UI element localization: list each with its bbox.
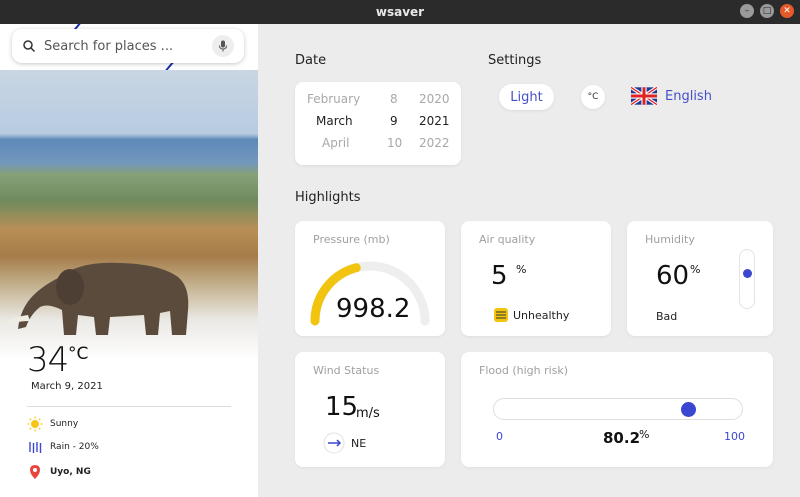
card-title: Wind Status [313, 364, 380, 377]
wind-direction: NE [323, 432, 366, 454]
haze-icon [494, 308, 508, 322]
air-quality-status-label: Unhealthy [513, 308, 570, 322]
rain-icon [27, 439, 43, 455]
card-title: Air quality [479, 233, 536, 246]
uk-flag-icon [631, 87, 657, 105]
flood-slider-handle[interactable] [680, 402, 696, 417]
mic-button[interactable] [212, 35, 234, 57]
wind-card: Wind Status 15 m/s NE [295, 352, 445, 467]
date-section-title: Date [295, 53, 327, 68]
humidity-unit: % [690, 263, 701, 276]
language-selector[interactable]: English [631, 87, 712, 105]
humidity-card: Humidity 60 % Bad [627, 221, 773, 336]
temperature-value: 34 [27, 340, 69, 380]
condition-label: Uyo, NG [50, 467, 91, 477]
date-picker-row[interactable]: February 8 2020 [295, 88, 461, 110]
humidity-status: Bad [656, 310, 678, 323]
year-option[interactable]: 2022 [419, 136, 450, 150]
flood-min-label: 0 [496, 430, 503, 443]
sidebar: 34 °C March 9, 2021 Sunny Rain - 20% Uyo… [0, 24, 258, 497]
wind-direction-label: NE [351, 436, 367, 450]
date-picker-row-selected[interactable]: March 9 2021 [295, 110, 461, 132]
condition-label: Rain - 20% [50, 442, 99, 452]
condition-location: Uyo, NG [27, 464, 91, 480]
pressure-value: 998.2 [336, 294, 411, 324]
humidity-slider[interactable] [739, 249, 755, 309]
air-quality-card: Air quality 5 % Unhealthy [461, 221, 611, 336]
wind-value: 15 [325, 392, 359, 422]
elephant-illustration [2, 262, 189, 335]
humidity-slider-handle[interactable] [743, 269, 752, 278]
day-option[interactable]: 10 [387, 136, 402, 150]
card-title: Flood (high risk) [479, 364, 569, 377]
microphone-icon [219, 40, 227, 52]
divider [27, 406, 231, 407]
flood-slider[interactable] [493, 398, 743, 420]
temperature-unit: °C [68, 344, 89, 364]
search-icon [23, 40, 36, 53]
condition-sunny: Sunny [27, 416, 78, 432]
condition-label: Sunny [50, 419, 79, 429]
location-pin-icon [27, 464, 43, 480]
language-label: English [665, 88, 712, 104]
date-picker[interactable]: February 8 2020 March 9 2021 April 10 20… [295, 82, 461, 165]
air-quality-unit: % [516, 263, 527, 276]
minimize-button[interactable]: – [740, 4, 754, 18]
search-input[interactable] [44, 38, 212, 54]
search-bar[interactable] [12, 29, 244, 63]
flood-unit: % [639, 428, 650, 441]
close-button[interactable]: ✕ [780, 4, 794, 18]
sun-icon [27, 416, 43, 432]
air-quality-value: 5 [491, 261, 508, 291]
flood-value: 80.2 [603, 429, 641, 447]
window-title: wsaver [375, 5, 425, 19]
month-option[interactable]: April [322, 136, 349, 150]
year-option[interactable]: 2020 [419, 92, 450, 106]
settings-section-title: Settings [488, 53, 542, 68]
main-content: Date Settings February 8 2020 March 9 20… [258, 24, 800, 497]
highlights-section-title: Highlights [295, 190, 361, 205]
theme-toggle-button[interactable]: Light [499, 84, 554, 110]
current-date: March 9, 2021 [31, 381, 103, 392]
flood-max-label: 100 [724, 430, 745, 443]
compass-icon [323, 432, 345, 454]
month-option[interactable]: February [307, 92, 360, 106]
humidity-value: 60 [656, 261, 690, 291]
unit-toggle-button[interactable]: °C [581, 85, 605, 109]
date-picker-row[interactable]: April 10 2022 [295, 132, 461, 154]
flood-card: Flood (high risk) 0 80.2 % 100 [461, 352, 773, 467]
window-titlebar: wsaver – □ ✕ [0, 0, 800, 24]
month-option[interactable]: March [316, 114, 353, 128]
day-option[interactable]: 9 [390, 114, 398, 128]
weather-photo [0, 70, 258, 360]
day-option[interactable]: 8 [390, 92, 398, 106]
air-quality-status: Unhealthy [493, 308, 569, 322]
maximize-button[interactable]: □ [760, 4, 774, 18]
pressure-card: Pressure (mb) 998.2 [295, 221, 445, 336]
condition-rain: Rain - 20% [27, 439, 99, 455]
year-option[interactable]: 2021 [419, 114, 450, 128]
wind-unit: m/s [356, 406, 380, 421]
card-title: Humidity [645, 233, 695, 246]
